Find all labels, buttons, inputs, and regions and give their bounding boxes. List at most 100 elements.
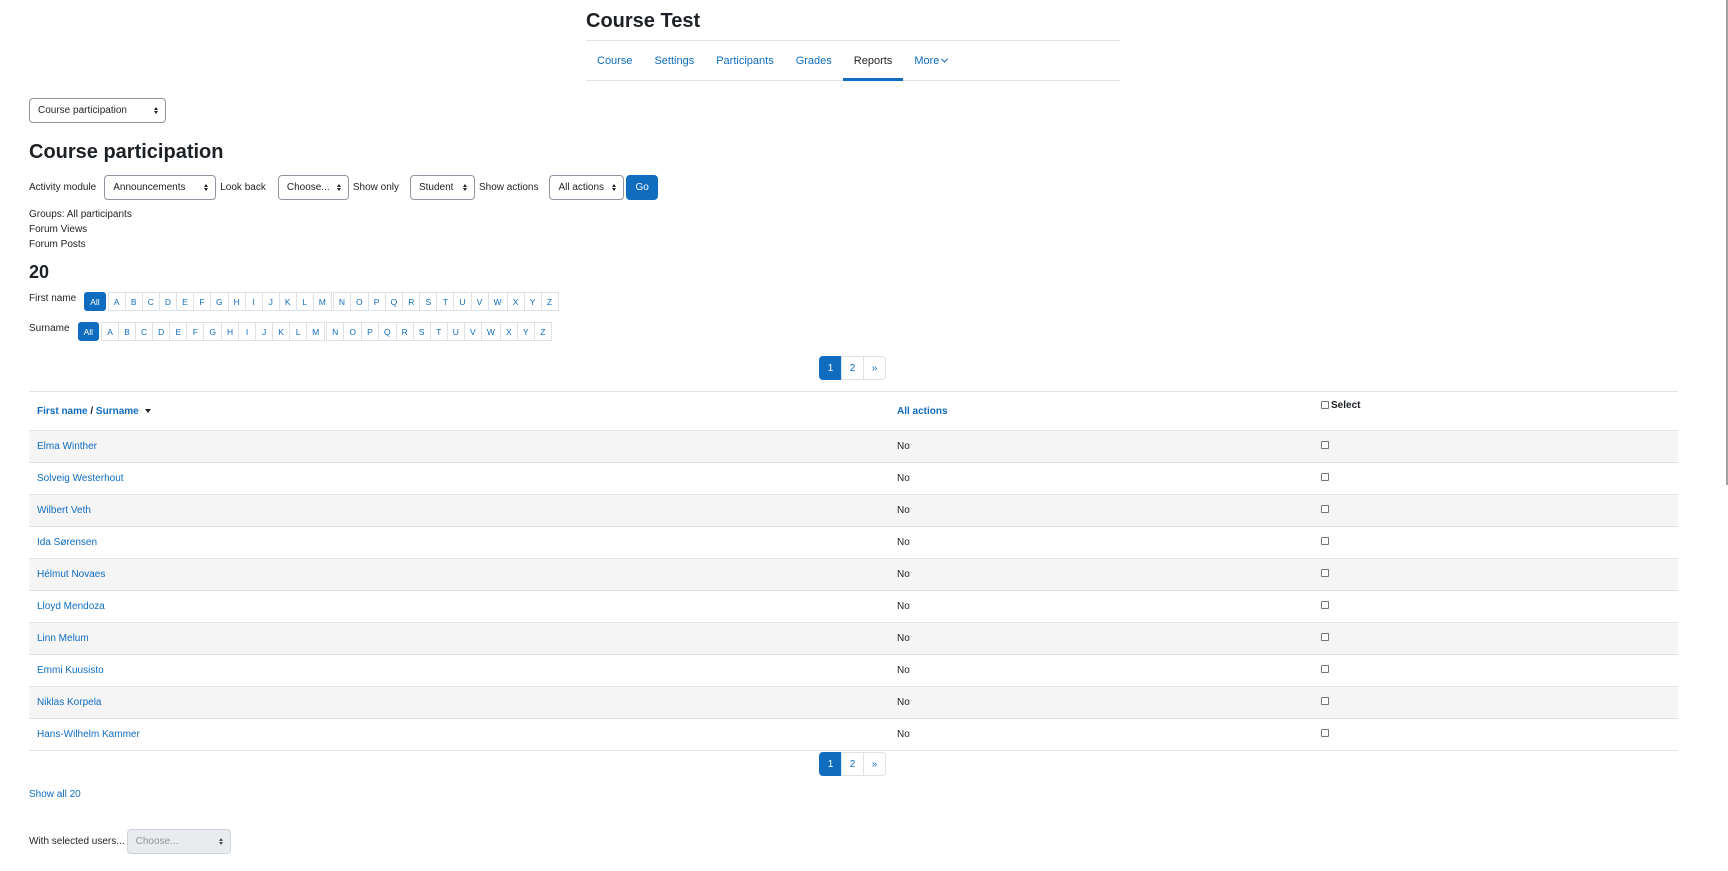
sort-actions-link[interactable]: All actions <box>897 406 948 417</box>
participant-name-link[interactable]: Linn Melum <box>37 633 89 644</box>
surname-initial-h[interactable]: H <box>220 322 240 341</box>
bulk-action-select[interactable]: Choose... <box>126 829 231 854</box>
sort-surname-link[interactable]: Surname <box>96 406 139 417</box>
surname-initial-o[interactable]: O <box>343 322 362 341</box>
surname-initial-c[interactable]: C <box>135 322 154 341</box>
first-name-initial-a[interactable]: A <box>107 292 126 311</box>
first-name-initial-p[interactable]: P <box>367 292 386 311</box>
first-name-initial-f[interactable]: F <box>192 292 211 311</box>
first-name-initial-y[interactable]: Y <box>523 292 542 311</box>
first-name-initial-c[interactable]: C <box>141 292 160 311</box>
first-name-initial-all[interactable]: All <box>84 292 106 311</box>
surname-initial-i[interactable]: I <box>238 322 257 341</box>
first-name-initial-m[interactable]: M <box>312 292 332 311</box>
surname-initial-p[interactable]: P <box>360 322 379 341</box>
surname-initial-u[interactable]: U <box>446 322 465 341</box>
participant-name-link[interactable]: Emmi Kuusisto <box>37 665 104 676</box>
nav-tab-more[interactable]: More <box>903 41 958 80</box>
show-only-select[interactable]: Student <box>409 175 475 200</box>
groups-info: Groups: All participants <box>29 209 132 220</box>
first-name-initial-d[interactable]: D <box>158 292 177 311</box>
participant-name-link[interactable]: Hans-Wilhelm Kammer <box>37 729 140 740</box>
nav-tab-participants[interactable]: Participants <box>705 41 784 80</box>
first-name-initial-t[interactable]: T <box>436 292 455 311</box>
participant-name-link[interactable]: Hélmut Novaes <box>37 569 105 580</box>
page-scrollbar[interactable] <box>1722 0 1728 871</box>
first-name-initial-w[interactable]: W <box>487 292 508 311</box>
participant-name-link[interactable]: Niklas Korpela <box>37 697 101 708</box>
page-2-link[interactable]: 2 <box>841 752 864 776</box>
nav-tab-grades[interactable]: Grades <box>785 41 843 80</box>
participant-name-link[interactable]: Ida Sørensen <box>37 537 97 548</box>
surname-initial-j[interactable]: J <box>255 322 274 341</box>
row-select-checkbox[interactable] <box>1321 729 1329 737</box>
row-select-checkbox[interactable] <box>1321 665 1329 673</box>
first-name-initial-x[interactable]: X <box>506 292 525 311</box>
surname-initial-r[interactable]: R <box>395 322 414 341</box>
surname-initial-e[interactable]: E <box>169 322 188 341</box>
surname-initial-n[interactable]: N <box>326 322 345 341</box>
surname-initial-g[interactable]: G <box>203 322 222 341</box>
row-select-checkbox[interactable] <box>1321 473 1329 481</box>
row-select-checkbox[interactable] <box>1321 601 1329 609</box>
surname-initial-m[interactable]: M <box>306 322 326 341</box>
first-name-initial-v[interactable]: V <box>470 292 489 311</box>
participant-name-link[interactable]: Solveig Westerhout <box>37 473 124 484</box>
first-name-initial-j[interactable]: J <box>261 292 280 311</box>
show-actions-select[interactable]: All actions <box>549 175 625 200</box>
page-1-link[interactable]: 1 <box>819 752 842 776</box>
row-select-checkbox[interactable] <box>1321 537 1329 545</box>
nav-tab-settings[interactable]: Settings <box>643 41 705 80</box>
nav-tab-reports[interactable]: Reports <box>842 41 904 81</box>
next-page-link[interactable]: » <box>863 356 886 380</box>
surname-initial-l[interactable]: L <box>289 322 308 341</box>
surname-initial-s[interactable]: S <box>412 322 431 341</box>
row-select-checkbox[interactable] <box>1321 505 1329 513</box>
sort-first-name-link[interactable]: First name <box>37 406 88 417</box>
first-name-initial-n[interactable]: N <box>332 292 351 311</box>
first-name-initial-z[interactable]: Z <box>540 292 559 311</box>
surname-initial-x[interactable]: X <box>499 322 518 341</box>
surname-initial-a[interactable]: A <box>101 322 120 341</box>
first-name-initial-s[interactable]: S <box>419 292 438 311</box>
surname-initial-b[interactable]: B <box>118 322 137 341</box>
row-select-checkbox[interactable] <box>1321 697 1329 705</box>
participant-name-link[interactable]: Elma Winther <box>37 441 97 452</box>
page-1-link[interactable]: 1 <box>819 356 842 380</box>
next-page-link[interactable]: » <box>863 752 886 776</box>
surname-initial-t[interactable]: T <box>429 322 448 341</box>
first-name-initial-o[interactable]: O <box>349 292 369 311</box>
go-button[interactable]: Go <box>626 175 658 200</box>
surname-initial-d[interactable]: D <box>152 322 171 341</box>
surname-initial-z[interactable]: Z <box>533 322 552 341</box>
row-select-checkbox[interactable] <box>1321 441 1329 449</box>
first-name-initial-q[interactable]: Q <box>384 292 404 311</box>
first-name-initial-k[interactable]: K <box>278 292 297 311</box>
surname-initial-w[interactable]: W <box>480 322 501 341</box>
look-back-select[interactable]: Choose... <box>277 175 349 200</box>
surname-initial-k[interactable]: K <box>272 322 291 341</box>
surname-initial-y[interactable]: Y <box>516 322 535 341</box>
select-all-checkbox[interactable] <box>1321 401 1329 409</box>
surname-initial-v[interactable]: V <box>463 322 482 341</box>
surname-initial-q[interactable]: Q <box>377 322 397 341</box>
row-select-checkbox[interactable] <box>1321 633 1329 641</box>
report-type-select[interactable]: Course participation <box>29 98 166 123</box>
surname-initial-all[interactable]: All <box>77 322 100 341</box>
first-name-initial-b[interactable]: B <box>124 292 143 311</box>
first-name-initial-r[interactable]: R <box>402 292 421 311</box>
page-2-link[interactable]: 2 <box>841 356 864 380</box>
first-name-initial-l[interactable]: L <box>295 292 314 311</box>
nav-tab-course[interactable]: Course <box>586 41 643 80</box>
first-name-initial-g[interactable]: G <box>209 292 229 311</box>
first-name-initial-h[interactable]: H <box>227 292 246 311</box>
show-all-link[interactable]: Show all 20 <box>29 789 81 800</box>
surname-initial-f[interactable]: F <box>186 322 205 341</box>
row-select-checkbox[interactable] <box>1321 569 1329 577</box>
participant-name-link[interactable]: Lloyd Mendoza <box>37 601 105 612</box>
first-name-initial-u[interactable]: U <box>453 292 472 311</box>
first-name-initial-e[interactable]: E <box>175 292 194 311</box>
participant-name-link[interactable]: Wilbert Veth <box>37 505 91 516</box>
activity-module-select[interactable]: Announcements <box>104 175 217 200</box>
first-name-initial-i[interactable]: I <box>244 292 263 311</box>
